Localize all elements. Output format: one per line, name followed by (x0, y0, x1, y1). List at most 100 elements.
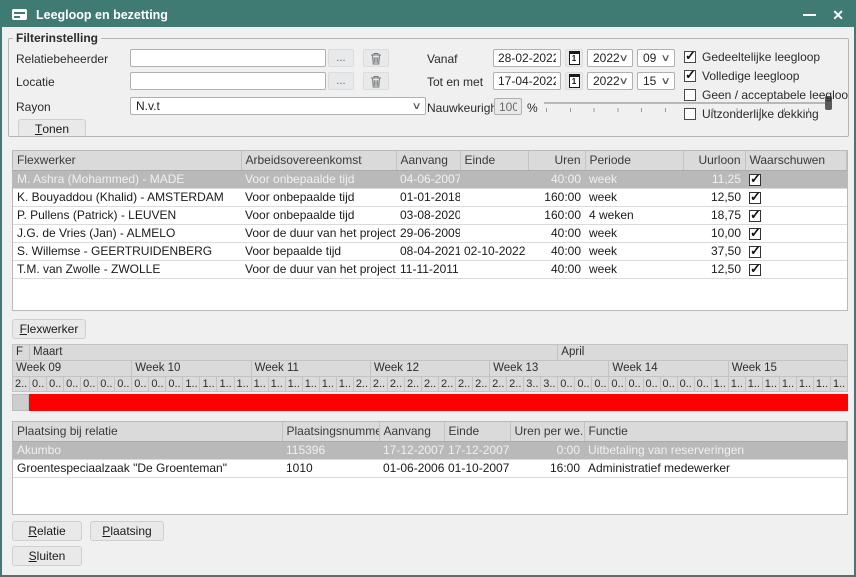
filter-checkbox-label: Geen / acceptabele leegloop (702, 88, 849, 102)
timeline-day-header: 2.. (422, 377, 439, 392)
waarschuwen-checkbox[interactable] (749, 264, 761, 276)
timeline-day-header: 0.. (47, 377, 64, 392)
timeline-day-header: 0.. (644, 377, 661, 392)
chevron-down-icon: ∨ (660, 76, 670, 87)
minimize-button[interactable] (803, 14, 816, 16)
filter-groupbox: Filterinstelling Relatiebeheerder ... Lo… (8, 31, 849, 137)
column-header: Flexwerker (13, 151, 241, 170)
timeline-day-header: 2.. (405, 377, 422, 392)
filter-checkbox-4[interactable] (684, 108, 696, 120)
waarschuwen-checkbox[interactable] (749, 210, 761, 222)
timeline-day-header: 0.. (64, 377, 81, 392)
filter-checkbox-label: Uitzonderlijke dekking (702, 107, 819, 121)
waarschuwen-checkbox[interactable] (749, 174, 761, 186)
waarschuwen-checkbox[interactable] (749, 228, 761, 240)
flexwerker-row[interactable]: J.G. de Vries (Jan) - ALMELOVoor de duur… (13, 224, 847, 242)
column-header: Periode (585, 151, 683, 170)
timeline-day-header: 0.. (98, 377, 115, 392)
flexwerker-row[interactable]: S. Willemse - GEERTRUIDENBERGVoor bepaal… (13, 242, 847, 260)
timeline-day-header: 1.. (269, 377, 286, 392)
close-icon[interactable]: ✕ (832, 8, 844, 22)
tot-en-met-calendar-icon[interactable]: 1 (565, 72, 583, 90)
relatiebeheerder-clear-trash-icon[interactable] (363, 49, 389, 67)
timeline-day-header: 1.. (831, 377, 848, 392)
column-header: Aanvang (396, 151, 460, 170)
relatie-button[interactable]: Relatie (12, 521, 82, 541)
flexwerker-row[interactable]: P. Pullens (Patrick) - LEUVENVoor onbepa… (13, 206, 847, 224)
flexwerker-row[interactable]: T.M. van Zwolle - ZWOLLEVoor de duur van… (13, 260, 847, 278)
timeline-day-header: 1.. (729, 377, 746, 392)
chevron-down-icon: ∨ (618, 76, 628, 87)
filter-checkbox-label: Gedeeltelijke leegloop (702, 50, 820, 64)
timeline-week-header: Week 10 (132, 361, 251, 377)
timeline-day-header: 0.. (695, 377, 712, 392)
plaatsing-button[interactable]: Plaatsing (90, 521, 164, 541)
column-header: Functie (584, 422, 847, 441)
leegloop-bar[interactable] (29, 394, 848, 411)
timeline-f-header: F (13, 345, 30, 361)
flexwerker-button[interactable]: Flexwerker (12, 319, 86, 339)
vanaf-year-select[interactable]: 2022∨ (587, 49, 633, 67)
waarschuwen-checkbox[interactable] (749, 246, 761, 258)
timeline-day-header: 1.. (286, 377, 303, 392)
timeline-day-header: 0.. (132, 377, 149, 392)
vanaf-week-select[interactable]: 09∨ (637, 49, 675, 67)
rayon-select[interactable]: N.v.t∨ (130, 97, 426, 115)
timeline-planner: FMaartAprilWeek 09Week 10Week 11Week 12W… (12, 344, 848, 392)
column-header: Plaatsing bij relatie (13, 422, 282, 441)
tot-en-met-label: Tot en met (427, 75, 483, 89)
column-header: Waarschuwen (745, 151, 847, 170)
flexwerker-row[interactable]: K. Bouyaddou (Khalid) - AMSTERDAMVoor on… (13, 188, 847, 206)
chevron-down-icon: ∨ (618, 53, 628, 64)
filter-checkbox-2[interactable] (684, 70, 696, 82)
column-header: Einde (460, 151, 528, 170)
flexwerker-row[interactable]: M. Ashra (Mohammed) - MADEVoor onbepaald… (13, 170, 847, 188)
locatie-clear-trash-icon[interactable] (363, 72, 389, 90)
column-header: Arbeidsovereenkomst (241, 151, 396, 170)
tot-en-met-week-select[interactable]: 15∨ (637, 72, 675, 90)
timeline-day-header: 0.. (661, 377, 678, 392)
timeline-day-header: 2.. (439, 377, 456, 392)
timeline-day-header: 1.. (200, 377, 217, 392)
window-form-icon (12, 9, 27, 20)
locatie-label: Locatie (16, 75, 55, 89)
timeline-day-header: 1.. (746, 377, 763, 392)
chevron-down-icon: ∨ (411, 101, 421, 112)
plaatsing-row[interactable]: Groentespeciaalzaak "De Groenteman"10100… (13, 459, 847, 477)
locatie-input[interactable] (130, 72, 326, 90)
tonen-button[interactable]: Tonen (18, 119, 86, 137)
timeline-leegloop-row (12, 394, 848, 411)
vanaf-date-input[interactable] (493, 49, 561, 67)
vanaf-calendar-icon[interactable]: 1 (565, 49, 583, 67)
plaatsing-row[interactable]: Akumbo11539617-12-200717-12-20070:00Uitb… (13, 441, 847, 459)
timeline-day-header: 0.. (558, 377, 575, 392)
nauwkeurigheid-input[interactable] (494, 98, 522, 115)
timeline-week-header: Week 15 (729, 361, 848, 377)
timeline-day-header: 1.. (780, 377, 797, 392)
plaatsing-table-panel: Plaatsing bij relatiePlaatsingsnummerAan… (12, 421, 848, 515)
locatie-lookup-button[interactable]: ... (328, 72, 354, 90)
tot-en-met-date-input[interactable] (493, 72, 561, 90)
timeline-month-header: Maart (30, 345, 558, 361)
timeline-row-stub (12, 394, 29, 411)
timeline-day-header: 3.. (541, 377, 558, 392)
waarschuwen-checkbox[interactable] (749, 192, 761, 204)
relatiebeheerder-input[interactable] (130, 49, 326, 67)
column-header: Uren (528, 151, 585, 170)
tot-en-met-year-select[interactable]: 2022∨ (587, 72, 633, 90)
timeline-day-header: 0.. (81, 377, 98, 392)
timeline-day-header: 0.. (166, 377, 183, 392)
timeline-day-header: 1.. (797, 377, 814, 392)
timeline-day-header: 2.. (456, 377, 473, 392)
timeline-day-header: 3.. (524, 377, 541, 392)
timeline-day-header: 1.. (712, 377, 729, 392)
filter-checkbox-3[interactable] (684, 89, 696, 101)
column-header: Aanvang (379, 422, 444, 441)
timeline-day-header: 0.. (30, 377, 47, 392)
timeline-day-header: 2.. (473, 377, 490, 392)
filter-checkbox-1[interactable] (684, 51, 696, 63)
chevron-down-icon: ∨ (660, 53, 670, 64)
slider-track[interactable] (544, 102, 832, 104)
relatiebeheerder-lookup-button[interactable]: ... (328, 49, 354, 67)
sluiten-button[interactable]: Sluiten (12, 546, 82, 566)
